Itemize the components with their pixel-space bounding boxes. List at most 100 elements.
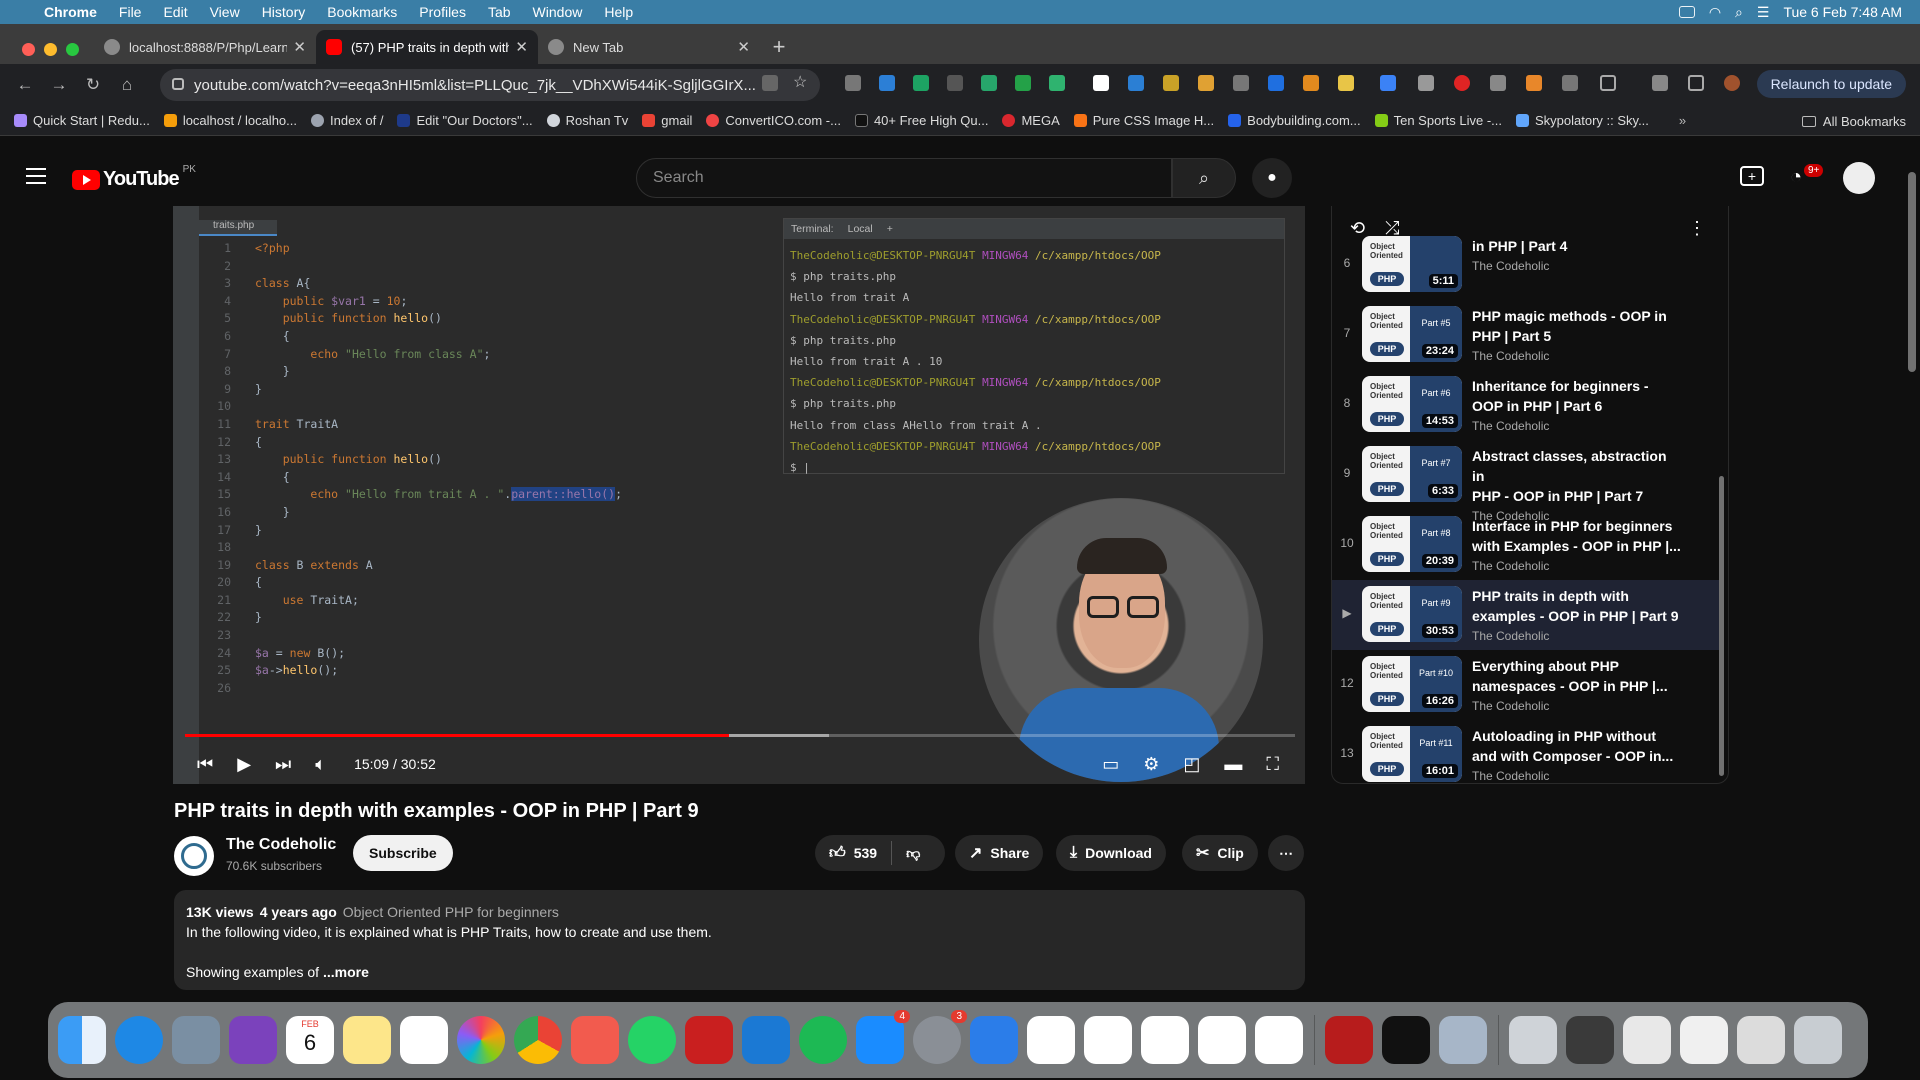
playlist-item[interactable]: ▶ Object Oriented PHP Part #9 30:53 PHP traits… <box>1332 580 1722 650</box>
tableplus-icon[interactable] <box>172 1016 220 1064</box>
relaunch-button[interactable]: Relaunch to update <box>1756 70 1906 98</box>
install-app-icon[interactable] <box>762 75 778 91</box>
extension-icon[interactable] <box>879 75 895 91</box>
profile-avatar-icon[interactable] <box>1724 75 1740 91</box>
description-box[interactable]: 13K views 4 years ago Object Oriented PHP … <box>174 890 1305 990</box>
menu-help[interactable]: Help <box>604 4 633 20</box>
extension-icon[interactable] <box>1049 75 1065 91</box>
menu-profiles[interactable]: Profiles <box>419 4 466 20</box>
bookmark-item[interactable]: Skypolatory :: Sky... <box>1516 113 1649 128</box>
next-icon[interactable]: ⏭ <box>275 754 291 775</box>
recent-window-icon[interactable] <box>1623 1016 1671 1064</box>
anydesk-icon[interactable] <box>571 1016 619 1064</box>
close-tab-icon[interactable]: ✕ <box>293 38 306 56</box>
theater-mode-icon[interactable]: ▬ <box>1224 754 1242 775</box>
tab-localhost[interactable]: localhost:8888/P/Php/Learnin ✕ <box>94 30 316 64</box>
subscribe-button[interactable]: Subscribe <box>353 835 453 871</box>
close-tab-icon[interactable]: ✕ <box>737 38 750 56</box>
thumbs-up-icon[interactable]: 👍︎ <box>829 844 846 863</box>
extension-icon[interactable] <box>1233 75 1249 91</box>
more-actions-button[interactable]: ⋯ <box>1268 835 1304 871</box>
downloads-stack-icon[interactable] <box>1509 1016 1557 1064</box>
video-thumbnail[interactable]: Object Oriented PHP Part #9 30:53 <box>1362 586 1462 642</box>
video-thumbnail[interactable]: Object Oriented PHP Part #11 16:01 <box>1362 726 1462 782</box>
share-button[interactable]: ↗ Share <box>955 835 1044 871</box>
bookmark-item[interactable]: gmail <box>642 113 692 128</box>
notes-icon[interactable] <box>343 1016 391 1064</box>
account-avatar[interactable] <box>1843 162 1875 194</box>
previous-icon[interactable]: ⏮ <box>197 754 213 775</box>
recent-window-icon[interactable] <box>1737 1016 1785 1064</box>
extension-icon[interactable] <box>1490 75 1506 91</box>
playlist-scrollbar[interactable] <box>1719 476 1724 776</box>
vscode-icon[interactable] <box>742 1016 790 1064</box>
like-count[interactable]: 539 <box>854 845 877 861</box>
system-settings-icon[interactable]: 3 <box>913 1010 967 1064</box>
whatsapp-icon[interactable] <box>628 1016 676 1064</box>
tab-youtube[interactable]: (57) PHP traits in depth with ✕ <box>316 30 538 64</box>
video-player[interactable]: traits.php 1 <?php 2 3 class A{ 4 public $… <box>173 206 1305 784</box>
extension-icon[interactable] <box>1198 75 1214 91</box>
fullscreen-icon[interactable]: ⛶ <box>1266 754 1279 775</box>
control-center-icon[interactable]: ☰ <box>1757 4 1770 21</box>
extension-icon[interactable] <box>913 75 929 91</box>
all-bookmarks-button[interactable]: All Bookmarks <box>1801 106 1906 136</box>
github-desktop-icon[interactable] <box>229 1016 277 1064</box>
thumbs-down-icon[interactable]: 👎︎ <box>906 845 920 862</box>
tasks-icon[interactable] <box>970 1016 1018 1064</box>
extension-icon[interactable] <box>1093 75 1109 91</box>
search-input[interactable]: Search <box>636 158 1172 198</box>
reminders-icon[interactable] <box>400 1016 448 1064</box>
filezilla-icon[interactable] <box>1325 1016 1373 1064</box>
home-icon[interactable]: ⌂ <box>112 75 142 95</box>
playlist-item[interactable]: 12 Object Oriented PHP Part #10 16:26 Everythi… <box>1332 650 1722 720</box>
playlist-item[interactable]: 8 Object Oriented PHP Part #6 14:53 Inheritanc… <box>1332 370 1722 440</box>
video-thumbnail[interactable]: Object Oriented PHP Part #7 6:33 <box>1362 446 1462 502</box>
recent-window-icon[interactable] <box>1566 1016 1614 1064</box>
extension-icon[interactable] <box>981 75 997 91</box>
search-button[interactable]: ⌕ <box>1172 158 1236 198</box>
youtube-logo[interactable]: YouTube PK <box>72 164 196 191</box>
tab-new-tab[interactable]: New Tab ✕ <box>538 30 760 64</box>
minimize-window-button[interactable] <box>44 43 57 56</box>
photos-icon[interactable] <box>457 1016 505 1064</box>
extension-icon[interactable] <box>947 75 963 91</box>
playlist-link[interactable]: Object Oriented PHP for beginners <box>343 904 559 920</box>
side-panel-icon[interactable] <box>1688 75 1704 91</box>
reading-list-icon[interactable] <box>1652 75 1668 91</box>
menu-window[interactable]: Window <box>533 4 583 20</box>
playlist-item[interactable]: 6 Object Oriented PHP 5:11 in PHP | Part 4 The… <box>1332 230 1722 300</box>
extension-icon[interactable] <box>1015 75 1031 91</box>
extension-icon[interactable] <box>1128 75 1144 91</box>
bookmark-item[interactable]: Bodybuilding.com... <box>1228 113 1361 128</box>
transcend-elite-icon[interactable] <box>1084 1016 1132 1064</box>
forward-icon[interactable]: → <box>44 75 74 95</box>
bookmark-item[interactable]: 40+ Free High Qu... <box>854 113 988 128</box>
trash-icon[interactable] <box>1794 1016 1842 1064</box>
extension-icon[interactable] <box>1268 75 1284 91</box>
site-info-icon[interactable] <box>172 78 184 90</box>
menu-app-name[interactable]: Chrome <box>44 4 97 20</box>
miniplayer-icon[interactable]: ◰ <box>1183 754 1200 775</box>
menubar-clock[interactable]: Tue 6 Feb 7:48 AM <box>1783 4 1902 20</box>
bookmark-item[interactable]: Quick Start | Redu... <box>14 113 150 128</box>
bookmark-item[interactable]: Roshan Tv <box>546 113 628 128</box>
channel-name[interactable]: The Codeholic <box>226 836 336 854</box>
extension-icon[interactable] <box>1418 75 1434 91</box>
clip-button[interactable]: ✂ Clip <box>1182 835 1258 871</box>
extension-icon[interactable] <box>1454 75 1470 91</box>
dictionary-icon[interactable] <box>685 1016 733 1064</box>
menu-bookmarks[interactable]: Bookmarks <box>327 4 397 20</box>
video-thumbnail[interactable]: Object Oriented PHP 5:11 <box>1362 236 1462 292</box>
safari-icon[interactable] <box>115 1016 163 1064</box>
more-bookmarks-chevron-icon[interactable]: » <box>1679 113 1686 128</box>
menu-file[interactable]: File <box>119 4 142 20</box>
back-icon[interactable]: ← <box>10 75 40 95</box>
playlist-item[interactable]: 13 Object Oriented PHP Part #11 16:01 Autoload… <box>1332 720 1722 783</box>
video-thumbnail[interactable]: Object Oriented PHP Part #8 20:39 <box>1362 516 1462 572</box>
notion-icon[interactable] <box>1255 1016 1303 1064</box>
terminal-icon[interactable] <box>1382 1016 1430 1064</box>
playlist-item[interactable]: 10 Object Oriented PHP Part #8 20:39 Interface… <box>1332 510 1722 580</box>
spotify-icon[interactable] <box>799 1016 847 1064</box>
battery-icon[interactable] <box>1678 6 1695 18</box>
